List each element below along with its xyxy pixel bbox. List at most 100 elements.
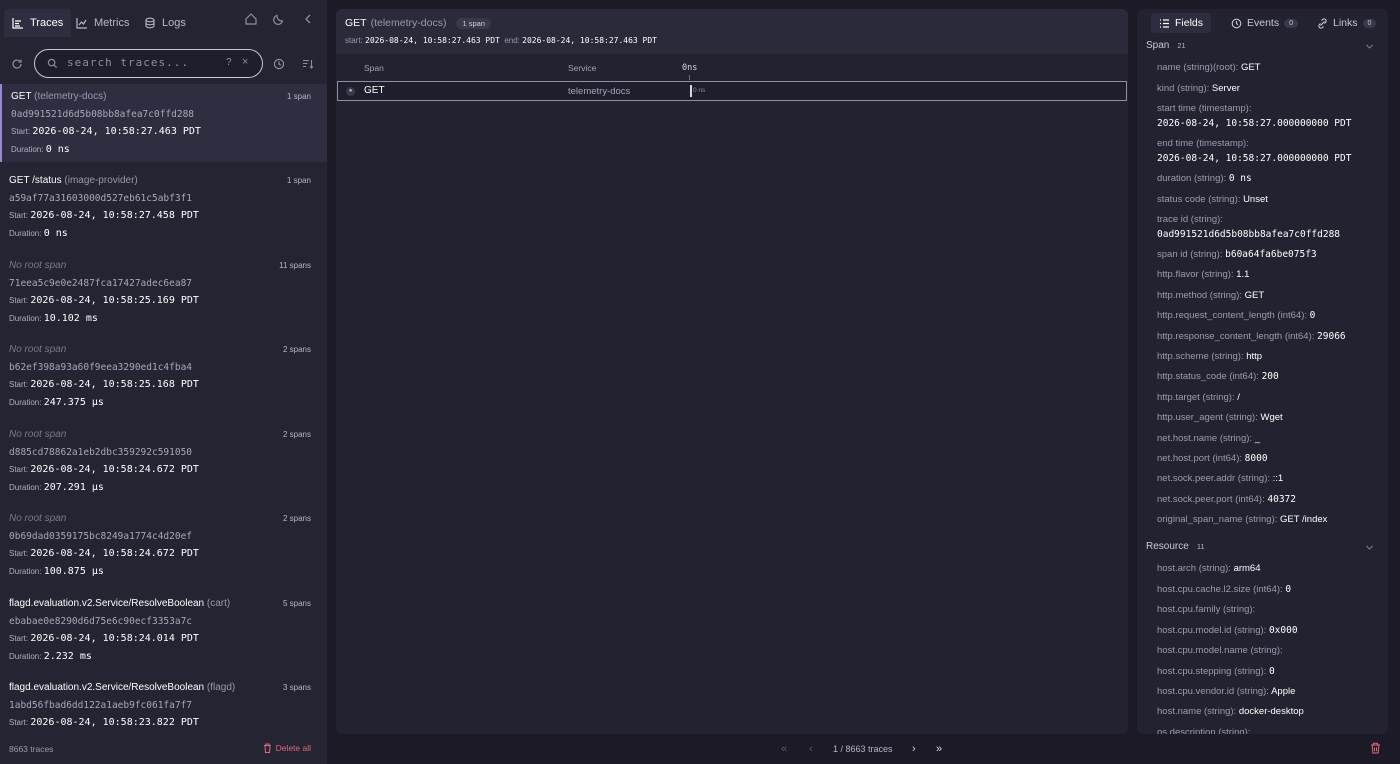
trace-title: No root span — [9, 344, 67, 355]
trace-id: 1abd56fbad6dd122a1aeb9fc061fa7f7 — [9, 700, 193, 711]
field-row: duration (string): 0 ns — [1157, 173, 1252, 184]
events-count: 0 — [1284, 18, 1299, 28]
trace-item[interactable]: flagd.evaluation.v2.Service/ResolveBoole… — [0, 675, 327, 734]
column-service: Service — [568, 63, 597, 73]
tab-traces-label: Traces — [30, 17, 64, 29]
field-row: host.cpu.family (string): — [1157, 604, 1256, 615]
trace-detail-panel: GET (telemetry-docs) 1 span start: 2026-0… — [336, 9, 1128, 734]
field-row: host.cpu.cache.l2.size (int64): 0 — [1157, 584, 1292, 595]
search-box[interactable]: ? × — [34, 49, 263, 78]
search-input[interactable] — [67, 56, 217, 69]
trace-start: Start: 2026-08-24, 10:58:24.672 PDT — [9, 464, 199, 475]
tab-metrics[interactable]: Metrics — [68, 9, 137, 37]
span-duration-label: 0 ns — [693, 87, 706, 94]
tab-logs-label: Logs — [162, 17, 186, 29]
clear-icon[interactable]: × — [242, 56, 248, 68]
trace-id: 71eea5c9e0e2487fca17427adec6ea87 — [9, 278, 193, 289]
trace-duration: Duration: 100.875 µs — [9, 566, 104, 577]
next-page-button[interactable]: › — [912, 743, 916, 755]
trace-duration: Duration: 0 ns — [11, 144, 70, 155]
trash-icon[interactable] — [1370, 742, 1381, 754]
field-row: net.host.port (int64): 8000 — [1157, 453, 1268, 464]
tab-events-label: Events — [1247, 17, 1280, 29]
chevron-down-icon[interactable] — [1365, 42, 1374, 51]
trace-item[interactable]: No root span 2 spans d885cd78862a1eb2dbc… — [0, 422, 327, 500]
sort-icon[interactable] — [302, 58, 314, 70]
field-row: host.cpu.vendor.id (string): Apple — [1157, 686, 1296, 697]
field-row: kind (string): Server — [1157, 83, 1240, 94]
span-service: telemetry-docs — [568, 86, 631, 97]
trace-duration: Duration: 207.291 µs — [9, 482, 104, 493]
field-row: host.cpu.model.id (string): 0x000 — [1157, 625, 1298, 636]
resource-section-header[interactable]: Resource 11 — [1146, 541, 1205, 552]
trace-item[interactable]: GET (telemetry-docs) 1 span 0ad991521d6d… — [0, 84, 327, 162]
trace-item[interactable]: No root span 2 spans 0b69dad0359175bc824… — [0, 506, 327, 584]
tab-links-label: Links — [1333, 17, 1358, 29]
trace-title: GET /status (image-provider) — [9, 175, 138, 186]
page-info: 1 / 8663 traces — [833, 744, 893, 754]
column-span: Span — [364, 63, 384, 73]
logs-icon — [145, 17, 155, 29]
refresh-icon[interactable] — [11, 58, 23, 70]
field-row: http.response_content_length (int64): 29… — [1157, 331, 1346, 342]
field-row: http.method (string): GET — [1157, 290, 1265, 301]
span-row[interactable]: ● GET telemetry-docs 0 ns — [337, 81, 1127, 101]
span-attributes-panel: Fields Events 0 Links 0 Span 21 name (st… — [1137, 9, 1388, 734]
delete-all-label: Delete all — [275, 743, 311, 753]
trace-start: Start: 2026-08-24, 10:58:24.014 PDT — [9, 633, 199, 644]
tab-metrics-label: Metrics — [94, 17, 130, 29]
top-nav: Traces Metrics Logs — [0, 0, 327, 38]
tab-links[interactable]: Links 0 — [1309, 13, 1384, 33]
tab-logs[interactable]: Logs — [136, 9, 194, 37]
trace-start: Start: 2026-08-24, 10:58:27.458 PDT — [9, 210, 199, 221]
trace-item[interactable]: flagd.evaluation.v2.Service/ResolveBoole… — [0, 591, 327, 669]
field-row: end time (timestamp): 2026-08-24, 10:58:2… — [1157, 138, 1352, 164]
span-count: 2 spans — [282, 514, 311, 523]
trace-start: Start: 2026-08-24, 10:58:23.822 PDT — [9, 717, 199, 728]
trace-start: Start: 2026-08-24, 10:58:25.169 PDT — [9, 295, 199, 306]
span-count: 5 spans — [282, 599, 311, 608]
field-row: name (string)(root): GET — [1157, 62, 1261, 73]
home-icon[interactable] — [244, 12, 258, 26]
trace-item[interactable]: No root span 2 spans b62ef398a93a60f9eea… — [0, 337, 327, 415]
trace-title: flagd.evaluation.v2.Service/ResolveBoole… — [9, 682, 236, 693]
span-count: 1 span — [286, 176, 311, 185]
field-row: host.name (string): docker-desktop — [1157, 706, 1304, 717]
history-icon[interactable] — [273, 58, 285, 70]
prev-page-button[interactable]: ‹ — [809, 743, 813, 755]
metrics-icon — [76, 18, 87, 29]
field-row: host.cpu.stepping (string): 0 — [1157, 666, 1275, 677]
attribute-tabs: Fields Events 0 Links 0 — [1137, 9, 1388, 37]
chevron-down-icon[interactable] — [1365, 543, 1374, 552]
last-page-button[interactable]: » — [936, 743, 942, 755]
field-row: trace id (string): 0ad991521d6d5b08bb8afe… — [1157, 214, 1341, 240]
field-row: status code (string): Unset — [1157, 194, 1268, 205]
field-row: start time (timestamp): 2026-08-24, 10:58… — [1157, 103, 1352, 129]
span-section-header[interactable]: Span 21 — [1146, 40, 1186, 51]
field-row: original_span_name (string): GET /index — [1157, 514, 1328, 525]
span-count: 2 spans — [282, 430, 311, 439]
tab-fields[interactable]: Fields — [1151, 13, 1212, 33]
trace-id: d885cd78862a1eb2dbc359292c591050 — [9, 447, 193, 458]
first-page-button[interactable]: « — [781, 743, 787, 755]
help-icon[interactable]: ? — [226, 57, 232, 68]
trace-title: GET (telemetry-docs) 1 span — [345, 17, 491, 29]
tab-events[interactable]: Events 0 — [1223, 13, 1306, 33]
span-duration-bar — [690, 85, 692, 97]
collapse-chevron-icon[interactable] — [301, 12, 315, 26]
trace-count: 8663 traces — [9, 744, 54, 754]
trace-list: GET (telemetry-docs) 1 span 0ad991521d6d… — [0, 84, 327, 734]
field-row: http.flavor (string): 1.1 — [1157, 269, 1250, 280]
field-row: http.user_agent (string): Wget — [1157, 412, 1283, 423]
delete-all-button[interactable]: Delete all — [263, 743, 311, 753]
field-row: host.arch (string): arm64 — [1157, 563, 1261, 574]
trace-duration: Duration: 2.232 ms — [9, 651, 92, 662]
links-count: 0 — [1362, 18, 1377, 28]
trace-title: flagd.evaluation.v2.Service/ResolveBoole… — [9, 598, 231, 609]
sidebar-footer: 8663 traces Delete all — [0, 734, 327, 764]
trace-item[interactable]: No root span 11 spans 71eea5c9e0e2487fca… — [0, 253, 327, 331]
trace-item[interactable]: GET /status (image-provider) 1 span a59a… — [0, 168, 327, 246]
trace-id: b62ef398a93a60f9eea3290ed1c4fba4 — [9, 362, 193, 373]
moon-icon[interactable] — [272, 12, 286, 26]
tab-traces[interactable]: Traces — [4, 9, 72, 37]
